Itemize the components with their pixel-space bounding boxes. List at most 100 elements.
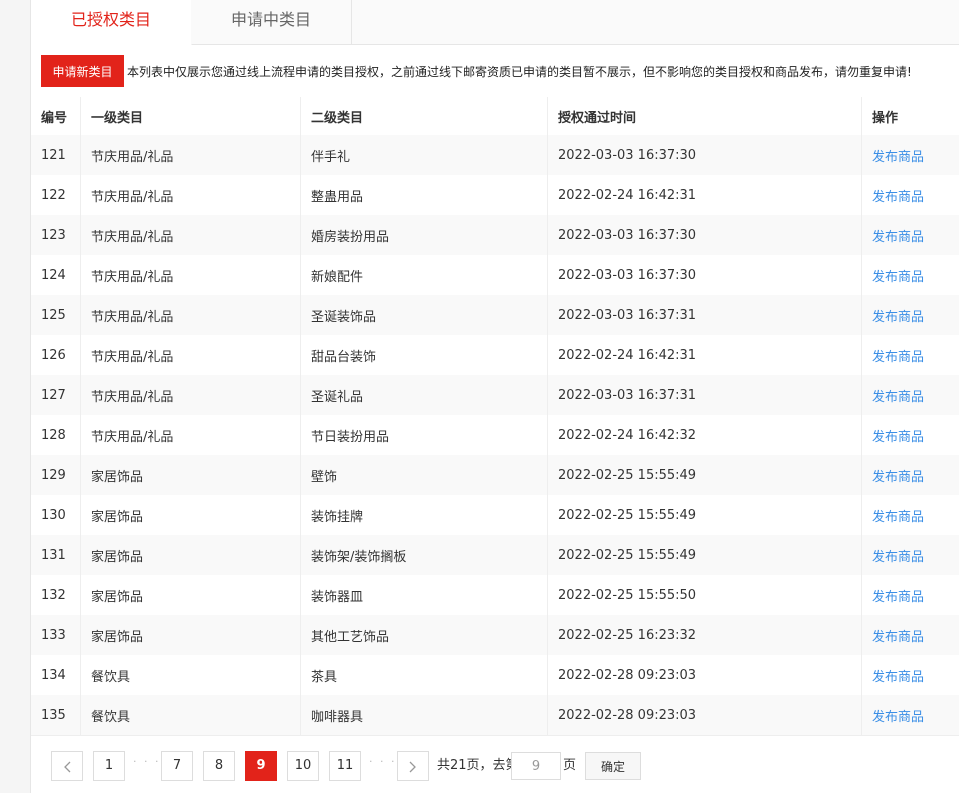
page-button[interactable]: 11 — [329, 751, 361, 781]
cell-no: 123 — [31, 215, 81, 255]
cell-level1: 家居饰品 — [81, 535, 301, 575]
cell-no: 134 — [31, 655, 81, 695]
cell-time: 2022-02-24 16:42:31 — [548, 335, 862, 375]
publish-product-link[interactable]: 发布商品 — [872, 666, 924, 685]
header-level2: 二级类目 — [301, 97, 548, 135]
action-cell: 发布商品 — [862, 695, 959, 735]
chevron-left-icon — [64, 761, 71, 773]
chevron-right-icon — [409, 761, 416, 773]
action-cell: 发布商品 — [862, 375, 959, 415]
cell-level1: 餐饮具 — [81, 695, 301, 735]
cell-time: 2022-02-28 09:23:03 — [548, 695, 862, 735]
table-row: 121 节庆用品/礼品 伴手礼 2022-03-03 16:37:30 发布商品 — [31, 135, 959, 176]
page-button[interactable]: 10 — [287, 751, 319, 781]
table-row: 134 餐饮具 茶具 2022-02-28 09:23:03 发布商品 — [31, 655, 959, 696]
total-pages-text: 共21页，去第 — [437, 758, 519, 773]
publish-product-link[interactable]: 发布商品 — [872, 386, 924, 405]
publish-product-link[interactable]: 发布商品 — [872, 706, 924, 725]
next-page-button[interactable] — [397, 751, 429, 781]
page-button[interactable]: 7 — [161, 751, 193, 781]
publish-product-link[interactable]: 发布商品 — [872, 506, 924, 525]
pagination-ellipsis: · · · — [369, 755, 397, 768]
tab-applying[interactable]: 申请中类目 — [191, 0, 352, 44]
cell-level1: 节庆用品/礼品 — [81, 215, 301, 255]
cell-level1: 家居饰品 — [81, 615, 301, 655]
publish-product-link[interactable]: 发布商品 — [872, 226, 924, 245]
notice-bar: 申请新类目 本列表中仅展示您通过线上流程申请的类目授权，之前通过线下邮寄资质已申… — [41, 55, 956, 87]
cell-time: 2022-03-03 16:37:30 — [548, 135, 862, 175]
tab-authorized[interactable]: 已授权类目 — [31, 0, 192, 45]
header-action: 操作 — [872, 110, 899, 126]
current-page-button[interactable]: 9 — [245, 751, 277, 781]
publish-product-link[interactable]: 发布商品 — [872, 426, 924, 445]
cell-level1: 节庆用品/礼品 — [81, 255, 301, 295]
table-row: 135 餐饮具 咖啡器具 2022-02-28 09:23:03 发布商品 — [31, 695, 959, 736]
publish-product-link[interactable]: 发布商品 — [872, 546, 924, 565]
cell-level2: 伴手礼 — [301, 135, 548, 175]
apply-category-button[interactable]: 申请新类目 — [41, 55, 124, 87]
cell-level2: 圣诞装饰品 — [301, 295, 548, 335]
cell-level1: 家居饰品 — [81, 495, 301, 535]
publish-product-link[interactable]: 发布商品 — [872, 626, 924, 645]
cell-time: 2022-02-25 15:55:49 — [548, 535, 862, 575]
table-row: 123 节庆用品/礼品 婚房装扮用品 2022-03-03 16:37:30 发布商品 — [31, 215, 959, 256]
publish-product-link[interactable]: 发布商品 — [872, 306, 924, 325]
publish-product-link[interactable]: 发布商品 — [872, 466, 924, 485]
prev-page-button[interactable] — [51, 751, 83, 781]
goto-page-input[interactable] — [511, 752, 561, 780]
table-row: 133 家居饰品 其他工艺饰品 2022-02-25 16:23:32 发布商品 — [31, 615, 959, 656]
header-no: 编号 — [31, 97, 81, 135]
cell-level2: 甜品台装饰 — [301, 335, 548, 375]
confirm-page-button[interactable]: 确定 — [585, 752, 641, 780]
cell-level2: 装饰架/装饰搁板 — [301, 535, 548, 575]
cell-no: 130 — [31, 495, 81, 535]
action-cell: 发布商品 — [862, 575, 959, 615]
pagination: 1 · · · 7 8 9 10 11 · · · 共21页，去第 页 确定 — [51, 751, 951, 783]
header-time: 授权通过时间 — [548, 97, 862, 135]
cell-time: 2022-03-03 16:37:30 — [548, 215, 862, 255]
cell-level2: 圣诞礼品 — [301, 375, 548, 415]
cell-level1: 家居饰品 — [81, 575, 301, 615]
action-cell: 发布商品 — [862, 615, 959, 655]
table-row: 129 家居饰品 壁饰 2022-02-25 15:55:49 发布商品 — [31, 455, 959, 496]
cell-time: 2022-03-03 16:37:30 — [548, 255, 862, 295]
pagination-ellipsis: · · · — [133, 755, 161, 768]
cell-level2: 整蛊用品 — [301, 175, 548, 215]
publish-product-link[interactable]: 发布商品 — [872, 586, 924, 605]
publish-product-link[interactable]: 发布商品 — [872, 186, 924, 205]
cell-time: 2022-02-28 09:23:03 — [548, 655, 862, 695]
table-row: 124 节庆用品/礼品 新娘配件 2022-03-03 16:37:30 发布商品 — [31, 255, 959, 296]
publish-product-link[interactable]: 发布商品 — [872, 266, 924, 285]
table-row: 122 节庆用品/礼品 整蛊用品 2022-02-24 16:42:31 发布商品 — [31, 175, 959, 216]
cell-time: 2022-02-24 16:42:32 — [548, 415, 862, 455]
cell-no: 129 — [31, 455, 81, 495]
cell-level1: 餐饮具 — [81, 655, 301, 695]
page-button[interactable]: 8 — [203, 751, 235, 781]
page-suffix-text: 页 — [563, 758, 577, 773]
action-cell: 发布商品 — [862, 495, 959, 535]
cell-level1: 节庆用品/礼品 — [81, 135, 301, 175]
cell-time: 2022-03-03 16:37:31 — [548, 295, 862, 335]
action-cell: 发布商品 — [862, 295, 959, 335]
cell-no: 122 — [31, 175, 81, 215]
publish-product-link[interactable]: 发布商品 — [872, 346, 924, 365]
cell-time: 2022-02-25 16:23:32 — [548, 615, 862, 655]
publish-product-link[interactable]: 发布商品 — [872, 146, 924, 165]
cell-no: 132 — [31, 575, 81, 615]
table-row: 125 节庆用品/礼品 圣诞装饰品 2022-03-03 16:37:31 发布商品 — [31, 295, 959, 336]
cell-level2: 新娘配件 — [301, 255, 548, 295]
cell-level2: 壁饰 — [301, 455, 548, 495]
action-cell: 发布商品 — [862, 335, 959, 375]
cell-time: 2022-02-25 15:55:49 — [548, 495, 862, 535]
cell-level2: 节日装扮用品 — [301, 415, 548, 455]
cell-level1: 节庆用品/礼品 — [81, 415, 301, 455]
table-row: 127 节庆用品/礼品 圣诞礼品 2022-03-03 16:37:31 发布商品 — [31, 375, 959, 416]
cell-level2: 装饰挂牌 — [301, 495, 548, 535]
page-button[interactable]: 1 — [93, 751, 125, 781]
cell-no: 135 — [31, 695, 81, 735]
table-row: 131 家居饰品 装饰架/装饰搁板 2022-02-25 15:55:49 发布商品 — [31, 535, 959, 576]
table-row: 128 节庆用品/礼品 节日装扮用品 2022-02-24 16:42:32 发布商品 — [31, 415, 959, 456]
cell-level1: 节庆用品/礼品 — [81, 295, 301, 335]
cell-no: 127 — [31, 375, 81, 415]
action-cell: 发布商品 — [862, 535, 959, 575]
